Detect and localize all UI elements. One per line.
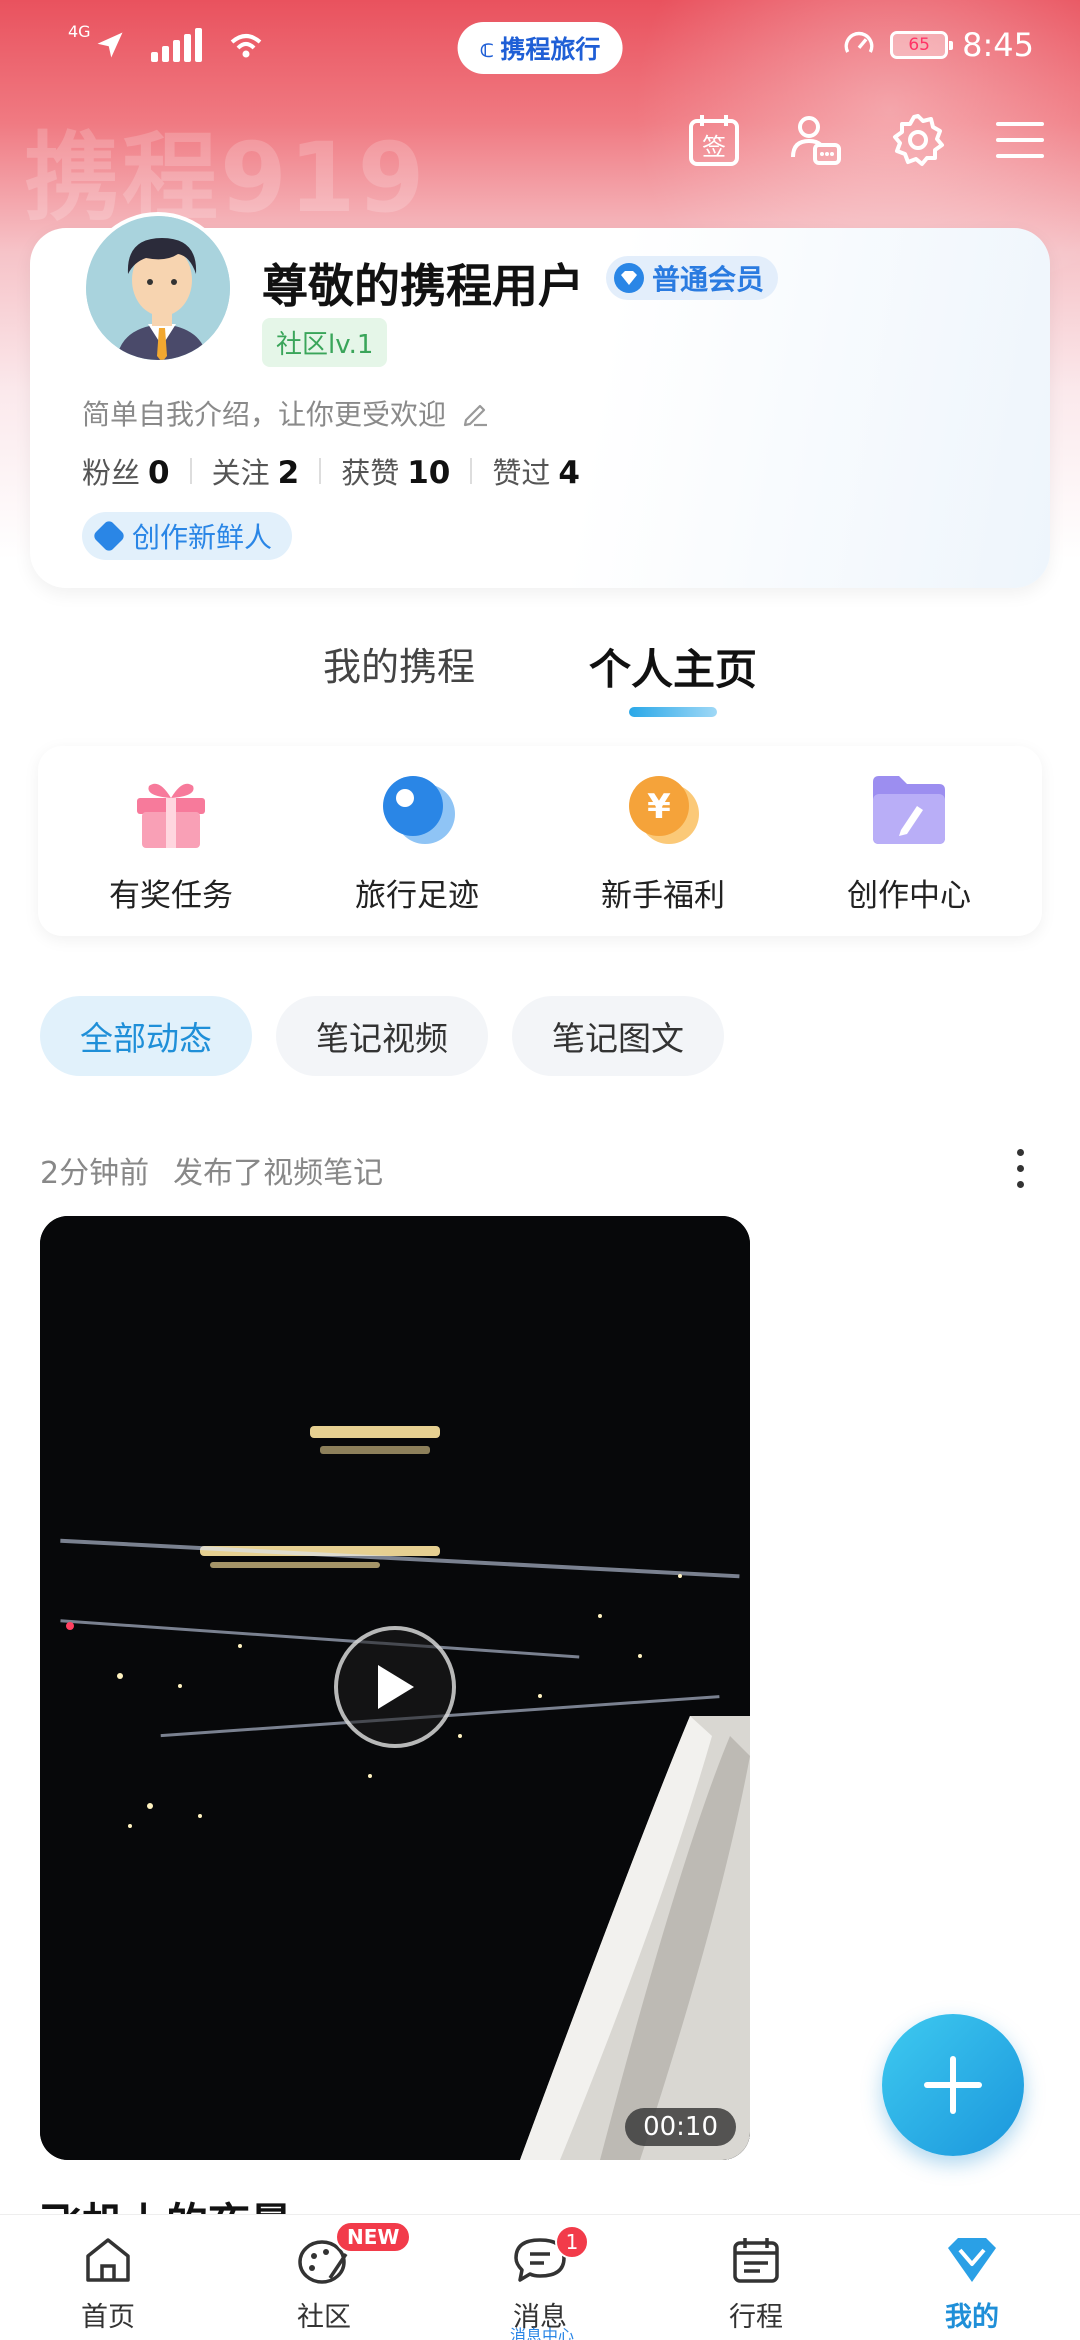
stat-value: 2 — [277, 455, 300, 491]
top-actions: 签 — [686, 112, 1048, 168]
post-meta: 2分钟前 发布了视频笔记 — [40, 1148, 383, 1192]
feature-creator-center[interactable]: 创作中心 — [799, 768, 1019, 915]
battery-indicator: 65 — [890, 31, 954, 59]
bio-text: 简单自我介绍，让你更受欢迎 — [82, 398, 447, 431]
feature-label: 旅行足迹 — [355, 877, 479, 914]
divider — [319, 458, 322, 484]
nav-itinerary[interactable]: 行程 — [681, 2215, 831, 2340]
wifi-icon — [230, 34, 261, 58]
svg-text:¥: ¥ — [647, 787, 671, 827]
nav-label: 社区 — [297, 2302, 351, 2333]
feature-label: 新手福利 — [601, 877, 725, 914]
profile-card: 尊敬的携程用户 普通会员 社区lv.1 简单自我介绍，让你更受欢迎 粉丝 0 关注… — [30, 212, 1050, 588]
more-options-icon[interactable] — [1000, 1140, 1040, 1196]
chip-image-notes[interactable]: 笔记图文 — [512, 996, 724, 1076]
member-badge[interactable]: 普通会员 — [606, 256, 779, 300]
edit-pencil-icon — [463, 404, 488, 427]
stat-label: 获赞 — [341, 456, 400, 490]
home-icon — [79, 2231, 137, 2289]
brand-watermark: 携程919 — [24, 122, 427, 234]
stat-value: 10 — [407, 455, 451, 491]
menu-icon[interactable] — [992, 112, 1048, 168]
feature-travel-footprints[interactable]: 旅行足迹 — [307, 768, 527, 915]
sign-glyph: 签 — [702, 133, 726, 161]
status-bar: 4G 𝕔 携程旅行 65 8:45 — [0, 0, 1080, 90]
sign-in-icon[interactable]: 签 — [686, 112, 742, 168]
status-right: 65 8:45 — [842, 26, 1034, 64]
my-diamond-icon — [943, 2231, 1001, 2289]
create-post-button[interactable] — [882, 2014, 1024, 2156]
stat-label: 赞过 — [492, 456, 551, 490]
username: 尊敬的携程用户 — [262, 259, 584, 313]
play-button[interactable] — [334, 1626, 456, 1748]
tab-personal-home[interactable]: 个人主页 — [589, 636, 757, 717]
nav-label: 我的 — [945, 2302, 999, 2333]
play-icon — [378, 1665, 414, 1709]
coin-icon: ¥ — [629, 775, 699, 844]
divider — [470, 458, 473, 484]
network-type: 4G — [68, 21, 91, 41]
plus-icon — [924, 2056, 982, 2114]
creator-tag-label: 创作新鲜人 — [132, 521, 273, 554]
divider — [189, 458, 192, 484]
clock: 8:45 — [962, 26, 1034, 64]
brand-logo-icon: 𝕔 — [479, 33, 495, 63]
creator-badge-icon — [92, 519, 126, 553]
location-pin-icon — [383, 775, 455, 844]
calendar-icon — [727, 2231, 785, 2289]
brand-name: 携程旅行 — [500, 35, 601, 64]
stat-value: 4 — [558, 455, 580, 491]
post-action: 发布了视频笔记 — [173, 1156, 384, 1191]
stat-following[interactable]: 关注 2 — [212, 450, 300, 492]
chip-video-notes[interactable]: 笔记视频 — [276, 996, 488, 1076]
gear-icon[interactable] — [890, 112, 946, 168]
main-tabs: 我的携程 个人主页 — [0, 636, 1080, 717]
gift-icon — [137, 783, 205, 848]
creator-tag[interactable]: 创作新鲜人 — [82, 512, 293, 560]
video-duration: 00:10 — [625, 2108, 736, 2146]
unread-count-badge: 1 — [555, 2225, 589, 2259]
stats-row: 粉丝 0 关注 2 获赞 10 赞过 4 — [82, 450, 580, 492]
feature-newbie-benefits[interactable]: ¥ 新手福利 — [553, 768, 773, 915]
stat-value: 0 — [148, 455, 170, 491]
member-label: 普通会员 — [652, 263, 765, 296]
new-badge: NEW — [335, 2221, 412, 2253]
speedometer-icon — [844, 31, 874, 53]
nav-label: 首页 — [81, 2302, 135, 2333]
nav-home[interactable]: 首页 — [33, 2215, 183, 2340]
stat-fans[interactable]: 粉丝 0 — [82, 450, 170, 492]
brand-pill: 𝕔 携程旅行 — [457, 22, 623, 74]
post-time: 2分钟前 — [40, 1156, 150, 1191]
stat-label: 关注 — [211, 456, 270, 490]
feature-label: 创作中心 — [847, 877, 971, 914]
nav-me[interactable]: 我的 — [897, 2215, 1047, 2340]
community-level-badge[interactable]: 社区lv.1 — [262, 318, 388, 367]
stat-likes-received[interactable]: 获赞 10 — [341, 450, 450, 492]
stat-likes-given[interactable]: 赞过 4 — [492, 450, 580, 492]
nav-label: 行程 — [729, 2302, 783, 2333]
location-arrow-icon — [97, 32, 123, 58]
message-center-label: 消息中心 — [510, 2326, 575, 2340]
feature-grid: 有奖任务 旅行足迹 ¥ 新手福利 创作中心 — [38, 746, 1042, 936]
signal-icon — [150, 28, 202, 62]
nav-community[interactable]: NEW 社区 — [249, 2215, 412, 2340]
status-left: 4G — [68, 22, 264, 62]
feature-label: 有奖任务 — [109, 877, 233, 914]
filter-chips: 全部动态 笔记视频 笔记图文 — [40, 996, 724, 1076]
feature-reward-tasks[interactable]: 有奖任务 — [61, 768, 281, 915]
video-thumbnail[interactable]: 00:10 — [40, 1216, 750, 2160]
folder-edit-icon — [873, 775, 945, 844]
chip-all-activity[interactable]: 全部动态 — [40, 996, 252, 1076]
diamond-icon — [614, 263, 644, 293]
avatar[interactable] — [82, 212, 234, 364]
tab-my-ctrip[interactable]: 我的携程 — [323, 636, 475, 711]
bio-row[interactable]: 简单自我介绍，让你更受欢迎 — [82, 393, 490, 433]
user-card-icon[interactable] — [788, 112, 844, 168]
stat-label: 粉丝 — [82, 456, 141, 490]
